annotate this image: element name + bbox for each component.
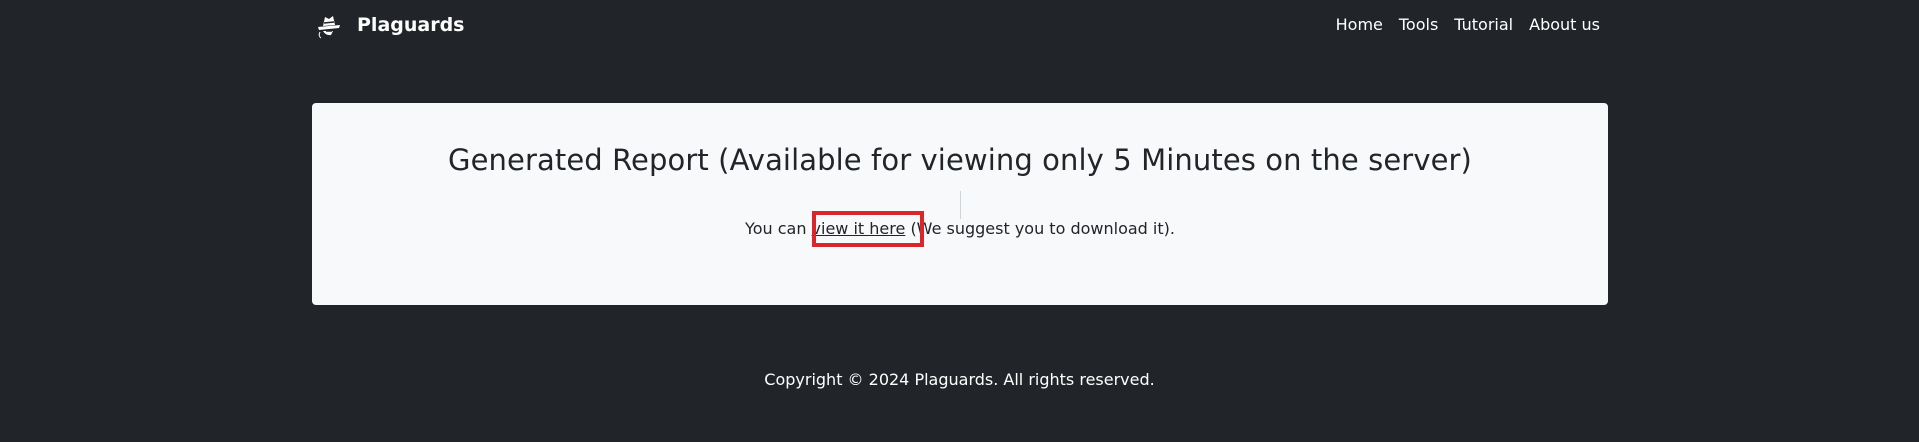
report-title: Generated Report (Available for viewing … <box>448 143 1472 177</box>
nav-about-link[interactable]: About us <box>1529 14 1600 36</box>
nav-home-link[interactable]: Home <box>1336 14 1383 36</box>
brand-home-link[interactable]: Plaguards <box>314 10 465 40</box>
navbar: Plaguards Home Tools Tutorial About us <box>0 0 1919 50</box>
report-card: Generated Report (Available for viewing … <box>312 103 1608 305</box>
nav-tutorial-link[interactable]: Tutorial <box>1454 14 1513 36</box>
message-suffix: (We suggest you to download it). <box>910 219 1175 238</box>
highlight-box <box>812 211 924 247</box>
brand-name: Plaguards <box>357 14 465 36</box>
divider <box>960 191 961 219</box>
report-message: You can view it here (We suggest you to … <box>312 219 1608 238</box>
nav-links: Home Tools Tutorial About us <box>1336 14 1600 36</box>
message-prefix: You can <box>745 219 807 238</box>
spy-hat-icon <box>318 16 340 39</box>
footer: Copyright © 2024 Plaguards. All rights r… <box>0 370 1919 389</box>
nav-tools-link[interactable]: Tools <box>1399 14 1438 36</box>
copyright-text: Copyright © 2024 Plaguards. All rights r… <box>764 370 1155 389</box>
